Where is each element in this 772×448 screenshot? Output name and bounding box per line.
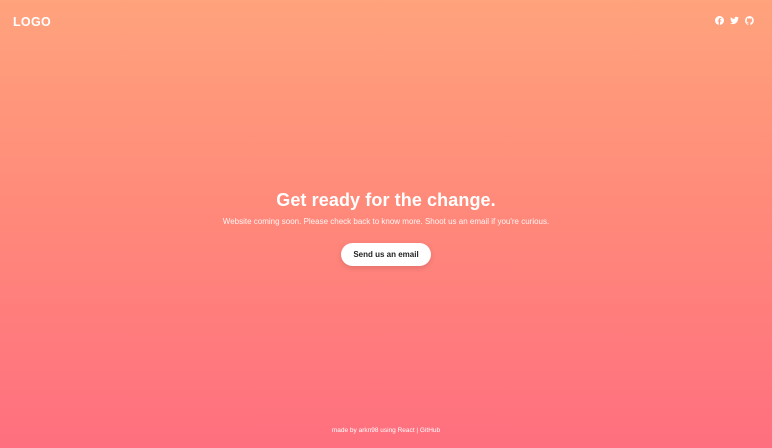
logo[interactable]: LOGO: [13, 15, 51, 29]
send-email-button[interactable]: Send us an email: [341, 243, 431, 266]
twitter-icon[interactable]: [730, 16, 739, 25]
hero-section: Get ready for the change. Website coming…: [0, 188, 772, 266]
footer: made by arkn98 using React | GitHub: [0, 426, 772, 435]
github-link[interactable]: GitHub: [420, 427, 440, 434]
github-icon[interactable]: [745, 16, 754, 25]
page-title: Get ready for the change.: [276, 190, 496, 210]
facebook-icon[interactable]: [715, 16, 724, 25]
social-links: [715, 16, 754, 25]
landing-page: LOGO Get ready for the change. Website c…: [0, 0, 772, 448]
footer-credit: made by arkn98 using React: [331, 427, 415, 434]
page-subtitle: Website coming soon. Please check back t…: [222, 217, 550, 226]
footer-separator: |: [416, 427, 419, 434]
